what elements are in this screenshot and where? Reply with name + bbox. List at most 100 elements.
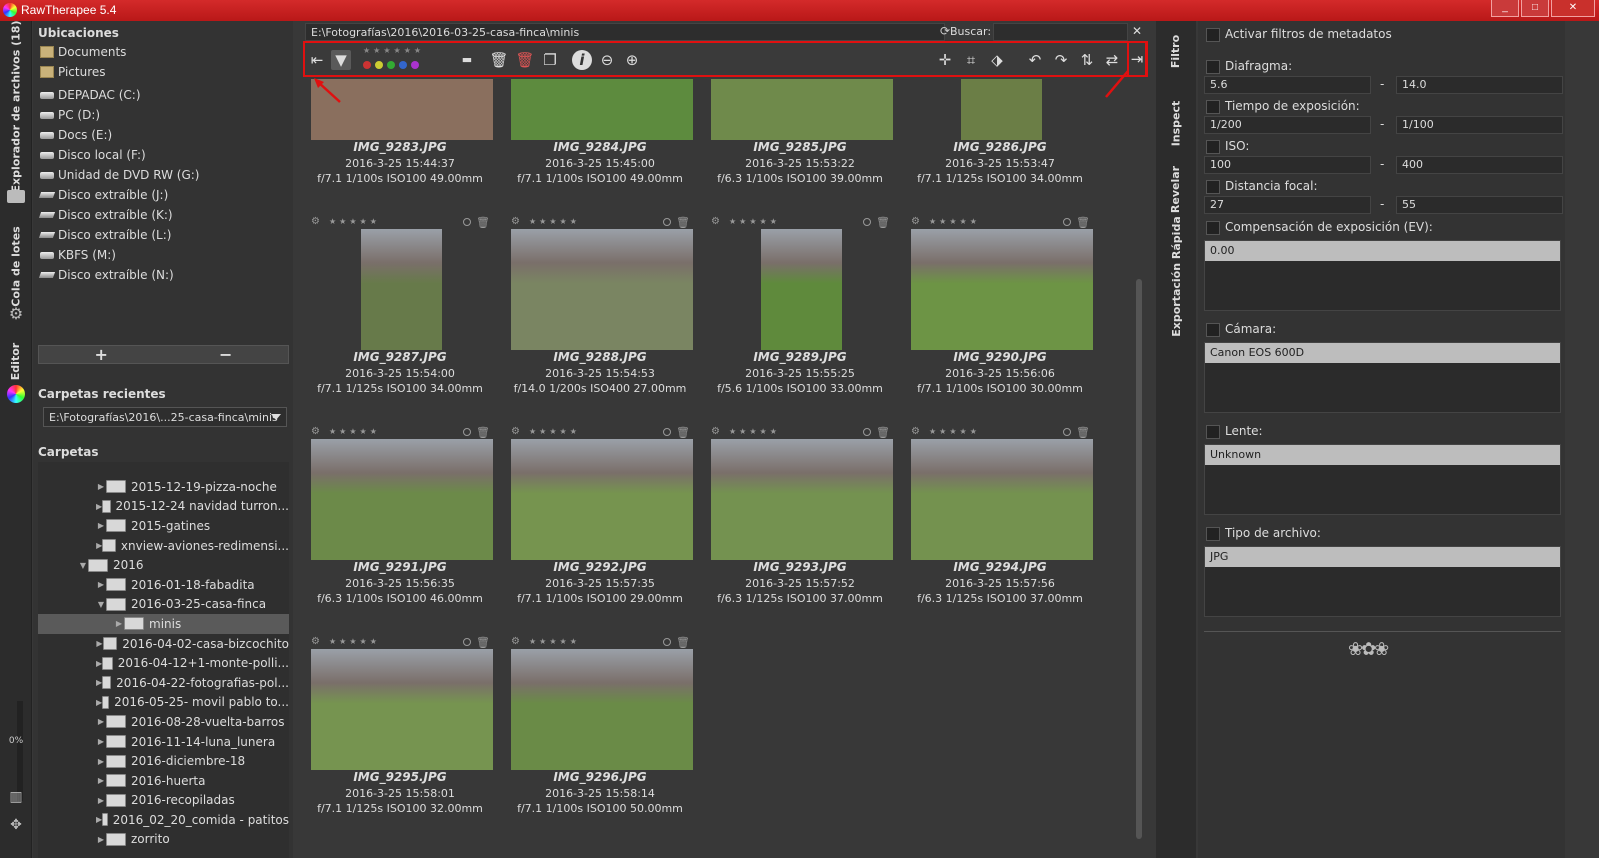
location-item[interactable]: Disco extraíble (K:) [33,205,289,225]
location-item[interactable]: KBFS (M:) [33,245,289,265]
aperture-checkbox[interactable]: Diafragma: [1206,59,1292,74]
focal-from-input[interactable]: 27 [1204,196,1371,214]
expcomp-checkbox[interactable]: Compensación de exposición (EV): [1206,220,1433,235]
folder-tree-item[interactable]: ▶ 2015-12-24 navidad turron... [38,497,289,517]
move-icon[interactable]: ✥ [6,817,26,835]
iso-to-input[interactable]: 400 [1396,156,1563,174]
thumbnail-image[interactable] [511,649,693,770]
location-item[interactable]: Disco extraíble (J:) [33,185,289,205]
color-label-icon[interactable] [863,428,871,436]
shutter-checkbox[interactable]: Tiempo de exposición: [1206,99,1360,114]
tab-filter[interactable]: Filtro [1156,26,1196,76]
trash-icon[interactable]: 🗑 [476,426,490,439]
edited-filter-icon[interactable]: ▬ [457,50,477,70]
thumbnail-image[interactable] [711,439,893,560]
color-label-icon[interactable] [1063,428,1071,436]
color-label-icon[interactable] [463,218,471,226]
thumbnail-cell[interactable]: ⚙ ★★★★★ 🗑 IMG_9294.JPG 2016-3-25 15:57:56 f/6… [900,426,1100,636]
rating-stars-icon[interactable]: ★★★★★ [529,427,580,436]
camera-item[interactable]: Canon EOS 600D [1205,343,1560,363]
color-label-dot[interactable] [399,61,407,69]
trash-icon[interactable]: 🗑 [1076,426,1090,439]
thumbnail-cell[interactable]: ⚙ ★★★★★ 🗑 IMG_9289.JPG 2016-3-25 15:55:25 f/5… [700,216,900,426]
transform-icon[interactable]: ⬗ [987,50,1007,70]
thumbnail-cell[interactable]: ⚙ ★★★★★ 🗑 IMG_9295.JPG 2016-3-25 15:58:01 f/7… [300,636,500,846]
rating-stars-icon[interactable]: ★★★★★ [329,427,380,436]
location-item[interactable]: Disco extraíble (L:) [33,225,289,245]
minimize-button[interactable]: _ [1491,0,1519,17]
zoom-out-icon[interactable]: ⊖ [597,50,617,70]
iso-checkbox[interactable]: ISO: [1206,139,1249,154]
folder-tree-item[interactable]: ▶ 2015-gatines [38,516,289,536]
trash-icon[interactable]: 🗑 [676,216,690,229]
tab-batch-queue[interactable]: Cola de lotes [0,216,32,316]
trash-icon[interactable]: 🗑 [489,50,509,70]
thumbnail-image[interactable] [911,229,1093,350]
gear-icon[interactable]: ⚙ [311,426,320,437]
crosshair-icon[interactable]: ✛ [935,50,955,70]
tab-inspect[interactable]: Inspect [1156,93,1196,153]
expanded-arrow-icon[interactable]: ▼ [78,561,88,570]
copy-icon[interactable]: ❐ [540,50,560,70]
activate-filter-checkbox[interactable]: Activar filtros de metadatos [1206,27,1392,42]
thumbnail-cell[interactable]: ⚙★★★★★🗑IMG_9286.JPG2016-3-25 15:53:47f/7… [900,79,1100,216]
location-item[interactable]: Disco extraíble (N:) [33,265,289,285]
folder-tree-item[interactable]: ▶ 2016-recopiladas [38,791,289,811]
focal-checkbox[interactable]: Distancia focal: [1206,179,1317,194]
lens-list[interactable]: Unknown [1204,444,1561,515]
rating-stars-icon[interactable]: ★★★★★ [329,217,380,226]
filter-icon[interactable]: ▼ [331,50,351,70]
collapsed-arrow-icon[interactable]: ▶ [96,757,106,766]
thumbnail-cell[interactable]: ⚙ ★★★★★ 🗑 IMG_9293.JPG 2016-3-25 15:57:52 f/6… [700,426,900,636]
folder-tree-item[interactable]: ▶ 2016-04-02-casa-bizcochito [38,634,289,654]
thumbnail-image[interactable] [511,229,693,350]
thumbnail-image[interactable] [311,439,493,560]
color-label-icon[interactable] [363,61,419,69]
rating-stars-icon[interactable]: ★★★★★ [329,637,380,646]
aperture-to-input[interactable]: 14.0 [1396,76,1563,94]
gear-icon[interactable]: ⚙ [511,426,520,437]
thumbnail-image[interactable] [511,439,693,560]
trash-icon[interactable]: 🗑 [1076,216,1090,229]
expcomp-item[interactable]: 0.00 [1205,241,1560,261]
color-label-dot[interactable] [411,61,419,69]
refresh-icon[interactable]: ⟳ [940,24,950,38]
rating-stars-icon[interactable]: ★★★★★ [729,217,780,226]
folder-tree-item[interactable]: ▶ 2016_02_20_comida - patitos [38,810,289,830]
tab-editor[interactable]: Editor [0,336,32,386]
folder-tree-item[interactable]: ▶ 2016-08-28-vuelta-barros [38,712,289,732]
folder-tree-item[interactable]: ▶ 2016-04-22-fotografias-pol... [38,673,289,693]
folder-tree-item[interactable]: ▶ 2016-05-25- movil pablo to... [38,693,289,713]
rating-stars-icon[interactable]: ★★★★★ [929,217,980,226]
shutter-to-input[interactable]: 1/100 [1396,116,1563,134]
color-label-icon[interactable] [1063,218,1071,226]
gear-icon[interactable]: ⚙ [511,636,520,647]
tab-develop[interactable]: Revelar [1156,159,1196,219]
path-field[interactable]: E:\Fotografías\2016\2016-03-25-casa-finc… [305,23,945,41]
collapsed-arrow-icon[interactable]: ▶ [96,717,106,726]
rotate-right-icon[interactable]: ↷ [1051,50,1071,70]
color-label-icon[interactable] [663,428,671,436]
histogram-icon[interactable]: ▥ [6,789,26,807]
location-item[interactable]: Documents [33,42,289,62]
color-label-dot[interactable] [387,61,395,69]
thumbnail-cell[interactable]: ⚙ ★★★★★ 🗑 IMG_9290.JPG 2016-3-25 15:56:06 f/7… [900,216,1100,426]
crop-icon[interactable]: ⌗ [961,50,981,70]
location-item[interactable]: Docs (E:) [33,125,289,145]
folder-tree-item[interactable]: ▼ 2016-03-25-casa-finca [38,595,289,615]
recent-folders-select[interactable]: E:\Fotografías\2016\...25-casa-finca\min… [43,407,287,427]
color-label-icon[interactable] [663,218,671,226]
collapsed-arrow-icon[interactable]: ▶ [114,619,124,628]
shutter-from-input[interactable]: 1/200 [1204,116,1371,134]
folder-tree-item[interactable]: ▼ 2016 [38,555,289,575]
camera-checkbox[interactable]: Cámara: [1206,322,1276,337]
close-button[interactable]: ✕ [1551,0,1595,17]
color-label-icon[interactable] [463,638,471,646]
location-item[interactable]: PC (D:) [33,105,289,125]
location-item[interactable]: Pictures [33,62,289,82]
folder-tree-item[interactable]: ▶ xnview-aviones-redimensi... [38,536,289,556]
thumbnail-cell[interactable]: ⚙ ★★★★★ 🗑 IMG_9292.JPG 2016-3-25 15:57:35 f/7… [500,426,700,636]
lens-checkbox[interactable]: Lente: [1206,424,1263,439]
thumbnail-image[interactable] [311,649,493,770]
trash-icon[interactable]: 🗑 [476,636,490,649]
